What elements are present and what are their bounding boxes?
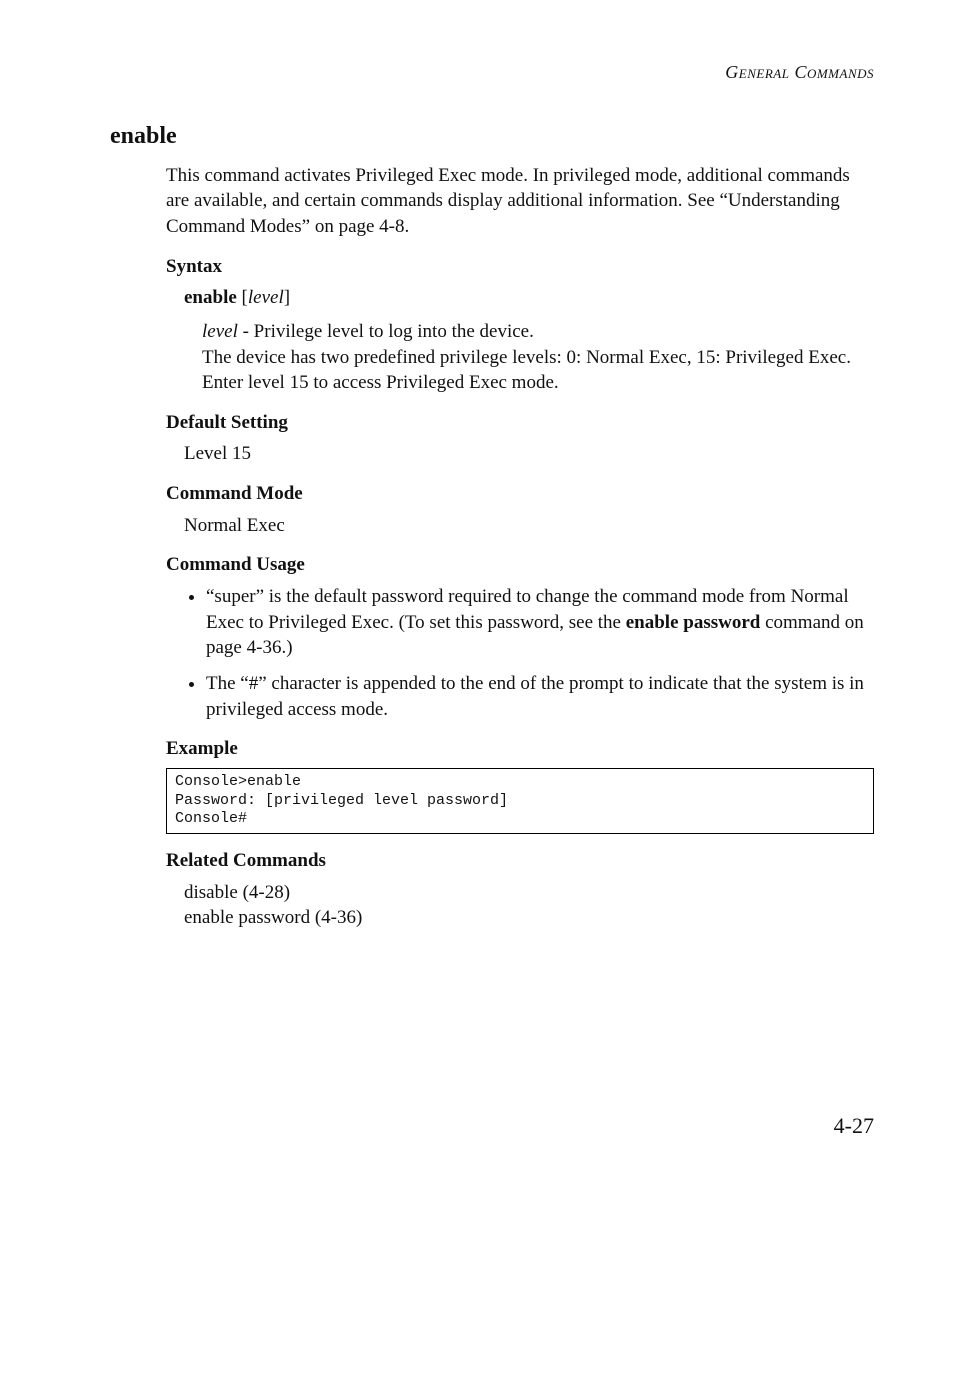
page-number: 4-27 (110, 1111, 874, 1141)
syntax-arg-desc2: The device has two predefined privilege … (202, 347, 851, 394)
syntax-arg-name: level (202, 321, 238, 342)
intro-text: This command activates Privileged Exec m… (166, 165, 850, 237)
default-setting-heading: Default Setting (166, 410, 874, 436)
syntax-bracket-open: [ (237, 287, 248, 308)
related-block: disable (4-28) enable password (4-36) (184, 880, 874, 931)
related-heading: Related Commands (166, 848, 874, 874)
usage-bullet-1: “super” is the default password required… (206, 584, 874, 661)
example-heading: Example (166, 736, 874, 762)
usage-bullet-2-text: The “#” character is appended to the end… (206, 673, 864, 720)
syntax-heading: Syntax (166, 254, 874, 280)
default-setting-value: Level 15 (184, 441, 874, 467)
syntax-command: enable (184, 287, 237, 308)
usage-bullet-1-bold: enable password (626, 612, 761, 633)
syntax-arg-desc1: - Privilege level to log into the device… (238, 321, 534, 342)
usage-bullet-2: The “#” character is appended to the end… (206, 671, 874, 722)
syntax-bracket-close: ] (284, 287, 290, 308)
running-header-text: General Commands (725, 62, 874, 82)
running-header: General Commands (110, 60, 874, 84)
example-console: Console>enable Password: [privileged lev… (166, 768, 874, 834)
command-title: enable (110, 120, 874, 152)
syntax-arg-block: level - Privilege level to log into the … (202, 319, 874, 396)
command-usage-heading: Command Usage (166, 552, 874, 578)
command-mode-value: Normal Exec (184, 513, 874, 539)
related-line-2: enable password (4-36) (184, 907, 362, 928)
command-mode-heading: Command Mode (166, 481, 874, 507)
intro-paragraph: This command activates Privileged Exec m… (166, 163, 874, 240)
syntax-arg: level (248, 287, 284, 308)
usage-list: “super” is the default password required… (166, 584, 874, 722)
command-title-text: enable (110, 123, 177, 149)
related-line-1: disable (4-28) (184, 882, 290, 903)
syntax-line: enable [level] (184, 285, 874, 311)
